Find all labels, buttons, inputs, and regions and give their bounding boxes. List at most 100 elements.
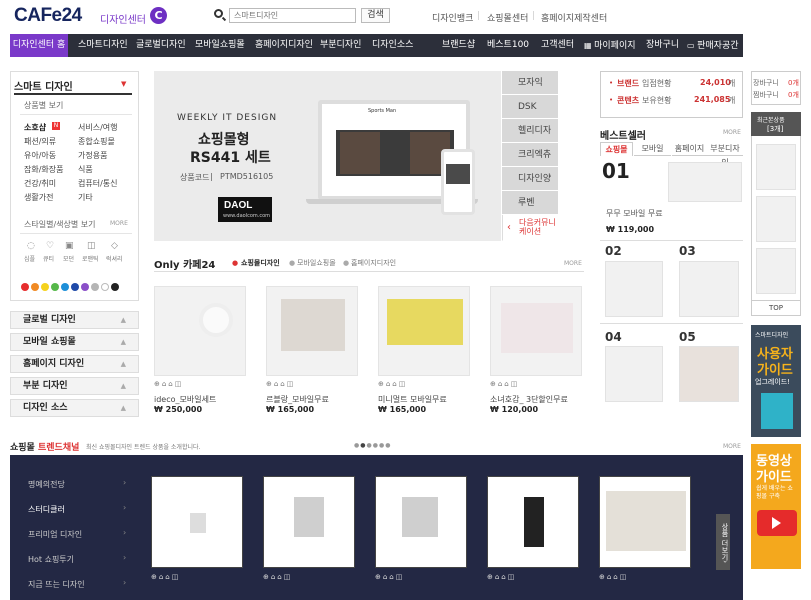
- color-swatch[interactable]: [81, 283, 89, 291]
- trend-menu-hot[interactable]: Hot 쇼핑투기: [28, 554, 74, 565]
- more-products-button[interactable]: 상품 더보기›: [716, 514, 730, 570]
- nav-item-best100[interactable]: 베스트100: [487, 34, 529, 57]
- color-swatch[interactable]: [61, 283, 69, 291]
- left-cat-source[interactable]: 디자인 소스 ▲: [10, 399, 139, 417]
- product-image[interactable]: [490, 286, 582, 376]
- best-thumb-03[interactable]: [679, 261, 739, 317]
- cart-label[interactable]: 장바구니: [753, 78, 779, 88]
- cat-appliance[interactable]: 생활가전: [24, 192, 53, 203]
- link-design-bank[interactable]: 디자인뱅크: [432, 11, 473, 24]
- left-cat-global[interactable]: 글로벌 디자인 ▲: [10, 311, 139, 329]
- only-tab-shopping[interactable]: 쇼핑몰디자인: [241, 258, 280, 268]
- trend-card[interactable]: [263, 476, 355, 568]
- cat-fashion[interactable]: 패션/의류: [24, 136, 56, 147]
- color-swatch[interactable]: [91, 283, 99, 291]
- nav-item-mypage[interactable]: ▦ 마이페이지: [584, 34, 636, 57]
- product-action-icons[interactable]: ⊕⌂⌂◫: [266, 380, 295, 388]
- cat-etc[interactable]: 기타: [78, 192, 93, 203]
- banner-tab-1[interactable]: 모자익: [502, 71, 558, 95]
- left-cat-partial[interactable]: 부분 디자인 ▲: [10, 377, 139, 395]
- cafe24-logo[interactable]: CAFe24: [14, 5, 82, 27]
- trend-action-icons[interactable]: ⊕⌂⌂◫: [151, 573, 180, 581]
- product-name[interactable]: 소녀호감_ 3단할인무료: [490, 394, 568, 405]
- nav-item-source[interactable]: 디자인소스: [372, 34, 413, 57]
- nav-item-home[interactable]: 디자인센터 홈: [10, 34, 68, 57]
- trend-more[interactable]: MORE: [723, 443, 741, 450]
- left-cat-homepage[interactable]: 홈페이지 디자인 ▲: [10, 355, 139, 373]
- trend-card[interactable]: [375, 476, 467, 568]
- trend-action-icons[interactable]: ⊕⌂⌂◫: [375, 573, 404, 581]
- color-swatch[interactable]: [51, 283, 59, 291]
- trend-pager-dots[interactable]: ●●●●●●: [354, 442, 391, 449]
- trend-action-icons[interactable]: ⊕⌂⌂◫: [599, 573, 628, 581]
- tab-shopping[interactable]: 쇼핑몰: [600, 142, 633, 156]
- banner-tab-5[interactable]: 디자인양지: [502, 167, 558, 208]
- best-thumb-05[interactable]: [679, 346, 739, 402]
- trend-menu-hall[interactable]: 명예의전당: [28, 479, 65, 490]
- best-name-01[interactable]: 무무 모바일 무료: [606, 208, 663, 219]
- cat-service[interactable]: 서비스/여행: [78, 122, 118, 133]
- trend-card[interactable]: [151, 476, 243, 568]
- search-input[interactable]: [229, 8, 356, 23]
- only-more[interactable]: MORE: [564, 260, 582, 267]
- best-thumb-01[interactable]: [668, 162, 742, 202]
- product-name[interactable]: ideco_모바일세트: [154, 394, 216, 405]
- trend-action-icons[interactable]: ⊕⌂⌂◫: [263, 573, 292, 581]
- tab-mobile[interactable]: 모바일: [634, 142, 671, 156]
- caret-down-icon[interactable]: ▼: [121, 80, 126, 88]
- diamond-icon[interactable]: ◇: [111, 241, 118, 251]
- color-swatch[interactable]: [71, 283, 79, 291]
- cat-general[interactable]: 종합쇼핑몰: [78, 136, 115, 147]
- banner-tab-3[interactable]: 헬리디자인: [502, 119, 558, 160]
- link-homepage-center[interactable]: 홈페이지제작센터: [541, 11, 607, 24]
- trend-card[interactable]: [487, 476, 579, 568]
- user-guide-ad[interactable]: 스마트디자인 사용자 가이드 업그레이드!: [751, 325, 801, 437]
- cat-cosmetics[interactable]: 잡화/화장품: [24, 164, 64, 175]
- leaf-icon[interactable]: ◌: [27, 241, 35, 251]
- top-button[interactable]: TOP: [751, 300, 801, 316]
- recent-thumb[interactable]: [756, 144, 796, 190]
- nav-item-homepage[interactable]: 홈페이지디자인: [255, 34, 313, 57]
- link-shopping-center[interactable]: 쇼핑몰센터: [487, 11, 528, 24]
- logo-subtitle[interactable]: 디자인센터: [100, 11, 146, 26]
- nav-item-cart[interactable]: 장바구니: [646, 34, 679, 57]
- product-name[interactable]: 미니멀트 모바일무료: [378, 394, 447, 405]
- wish-label[interactable]: 찜바구니: [753, 90, 779, 100]
- trend-menu-rising[interactable]: 지금 뜨는 디자인: [28, 579, 85, 590]
- nav-item-seller[interactable]: ▭ 판매자공간: [687, 34, 739, 57]
- color-swatch[interactable]: [21, 283, 29, 291]
- smart-design-title[interactable]: 스마트 디자인: [14, 78, 73, 93]
- color-swatch[interactable]: [111, 283, 119, 291]
- trend-card[interactable]: [599, 476, 691, 568]
- product-action-icons[interactable]: ⊕⌂⌂◫: [378, 380, 407, 388]
- color-swatch[interactable]: [41, 283, 49, 291]
- trend-menu-premium[interactable]: 프리미엄 디자인: [28, 529, 82, 540]
- cat-health[interactable]: 건강/취미: [24, 178, 56, 189]
- nav-item-support[interactable]: 고객센터: [541, 34, 574, 57]
- heart-icon[interactable]: ♡: [46, 241, 54, 251]
- color-swatch[interactable]: [31, 283, 39, 291]
- banner-tab-6[interactable]: 루벤: [502, 191, 558, 215]
- product-action-icons[interactable]: ⊕⌂⌂◫: [154, 380, 183, 388]
- square-icon[interactable]: ▣: [65, 241, 74, 251]
- recent-thumb[interactable]: [756, 248, 796, 294]
- only-tab-mobile[interactable]: 모바일쇼핑몰: [297, 258, 336, 268]
- product-action-icons[interactable]: ⊕⌂⌂◫: [490, 380, 519, 388]
- tab-homepage[interactable]: 홈페이지: [672, 142, 707, 156]
- cat-food[interactable]: 식품: [78, 164, 93, 175]
- trend-action-icons[interactable]: ⊕⌂⌂◫: [487, 573, 516, 581]
- product-image[interactable]: [154, 286, 246, 376]
- recent-thumb[interactable]: [756, 196, 796, 242]
- cat-computer[interactable]: 컴퓨터/통신: [78, 178, 118, 189]
- nav-item-smart[interactable]: 스마트디자인: [78, 34, 128, 57]
- cat-home[interactable]: 가정용품: [78, 150, 107, 161]
- nav-item-partial[interactable]: 부분디자인: [320, 34, 361, 57]
- tab-partial[interactable]: 부분디자인: [707, 142, 743, 167]
- video-guide-ad[interactable]: 동영상 가이드 쉽게 배우는 쇼핑몰 구축: [751, 444, 801, 569]
- trend-menu-study[interactable]: 스터디클러: [28, 504, 65, 515]
- left-cat-mobile[interactable]: 모바일 쇼핑몰 ▲: [10, 333, 139, 351]
- search-button[interactable]: 검색: [361, 8, 390, 23]
- product-image[interactable]: [266, 286, 358, 376]
- color-swatch[interactable]: [101, 283, 109, 291]
- product-image[interactable]: [378, 286, 470, 376]
